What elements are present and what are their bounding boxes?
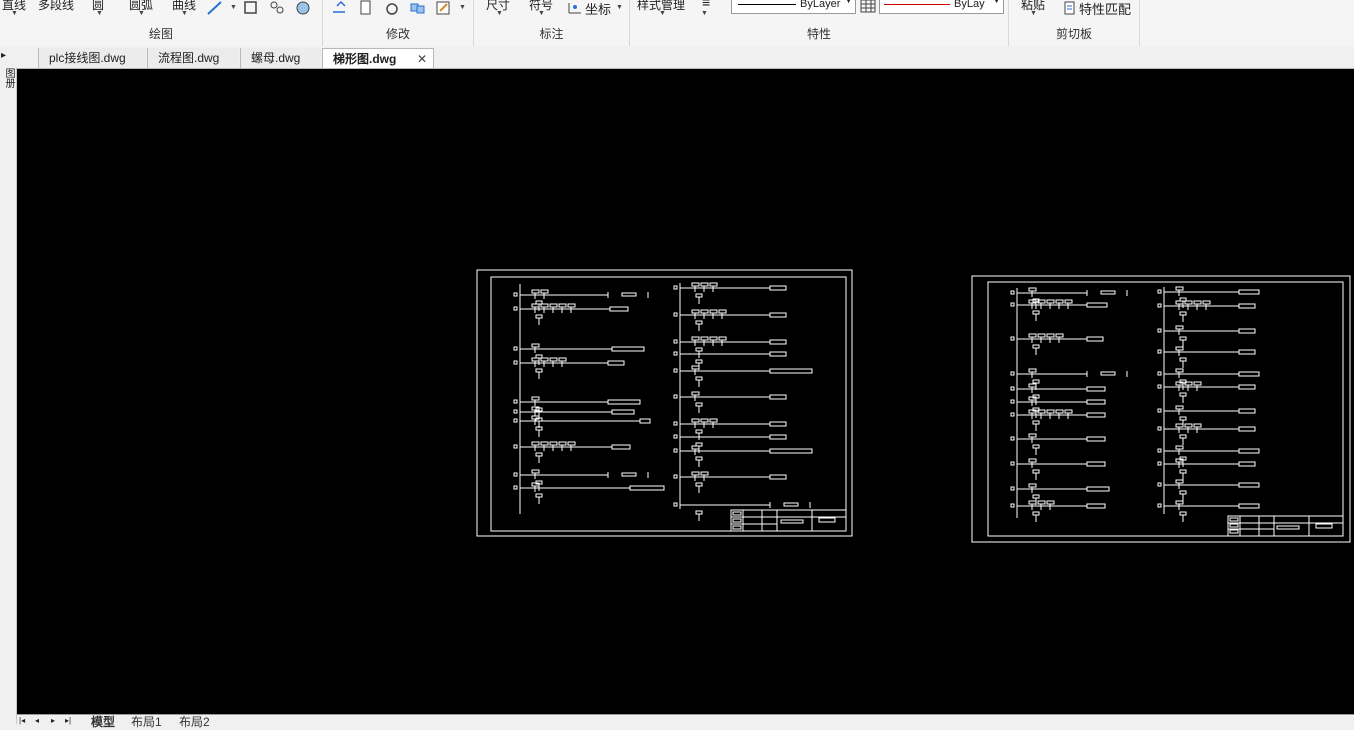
draw-group: 直线 ▼ 多段线 圆 ▼ 圆弧 ▼ 曲线 ▼ ▼ 绘图 [0,0,323,46]
chevron-down-icon: ▼ [845,0,852,5]
draw-group-label: 绘图 [148,27,173,41]
chevron-down-icon[interactable]: ▼ [538,10,545,17]
coordinate-tool[interactable]: 坐标 [585,0,611,18]
tab-label: 螺母.dwg [251,51,301,65]
tab-label: 梯形图.dwg [333,52,397,66]
ladder-diagram-2 [1010,286,1260,522]
chevron-down-icon[interactable]: ▼ [96,10,103,17]
layer-grid-icon[interactable] [859,0,877,14]
match-properties-icon[interactable] [1061,0,1079,16]
tab-layout2[interactable]: 布局2 [179,713,210,730]
lineweight-icon[interactable]: ≡ [702,0,710,10]
array-icon[interactable] [409,0,427,16]
tab-label: 流程图.dwg [158,51,220,65]
title-block-1 [730,509,847,532]
drawing-sheet-1 [476,269,853,537]
tab-model[interactable]: 模型 [91,713,115,730]
annotate-group: 尺寸 ▼ 符号 ▼ 坐标 ▼ 标注 [474,0,630,46]
drawing-canvas[interactable] [17,69,1354,714]
chevron-down-icon[interactable]: ▼ [1030,10,1037,17]
modify-group-label: 修改 [385,27,410,41]
linetype-select[interactable]: ByLayer ▼ [731,0,856,14]
tab-plc-wiring[interactable]: plc接线图.dwg [38,48,146,68]
chevron-down-icon[interactable]: ▼ [659,10,666,17]
linetype-value: ByLayer [800,0,841,10]
clipboard-group: 粘贴 ▼ 特性匹配 剪切板 [1009,0,1140,46]
cad-drawing[interactable] [17,69,1354,714]
clipboard-group-label: 剪切板 [1055,27,1092,41]
tab-nut[interactable]: 螺母.dwg [240,48,321,68]
sidebar-label[interactable]: 图册 [1,68,14,88]
polyline-tool[interactable]: 多段线 [38,0,74,13]
chevron-down-icon[interactable]: ▼ [701,10,708,17]
tab-ladder-diagram[interactable]: 梯形图.dwg ✕ [322,48,434,68]
ribbon: 直线 ▼ 多段线 圆 ▼ 圆弧 ▼ 曲线 ▼ ▼ 绘图 ▼ 修改 尺寸 ▼ 符号… [0,0,1354,47]
chevron-down-icon[interactable]: ▼ [11,10,18,17]
properties-group: 样式管理 ▼ ≡ ▼ ByLayer ▼ ByLay ▼ 特性 [630,0,1009,46]
annotate-group-label: 标注 [539,27,564,41]
chevron-down-icon[interactable]: ▼ [616,4,623,11]
draw-line-icon[interactable] [206,0,224,16]
tab-flowchart[interactable]: 流程图.dwg [147,48,239,68]
pin-icon[interactable]: ▸ [1,50,6,61]
drawing-sheet-2 [971,275,1351,543]
region-icon[interactable] [294,0,312,16]
left-panel: ▸ 图册 [0,46,17,724]
color-select[interactable]: ByLay ▼ [879,0,1004,14]
layout-tabs: |◂ ◂ ▸ ▸| 模型 布局1 布局2 [17,714,1354,729]
move-icon[interactable] [331,0,349,16]
document-tabs: plc接线图.dwg 流程图.dwg 螺母.dwg 梯形图.dwg ✕ [16,46,1354,69]
title-block-2 [1227,515,1344,537]
tab-layout1[interactable]: 布局1 [131,713,162,730]
properties-group-label: 特性 [806,27,831,41]
chevron-down-icon[interactable]: ▼ [138,10,145,17]
copy-icon[interactable] [357,0,375,16]
hatch-icon[interactable] [268,0,286,16]
rotate-icon[interactable] [383,0,401,16]
match-properties-tool[interactable]: 特性匹配 [1079,0,1131,18]
color-value: ByLay [954,0,985,10]
tab-label: plc接线图.dwg [49,51,126,65]
coordinate-icon[interactable] [566,0,584,16]
rectangle-icon[interactable] [242,0,260,16]
chevron-down-icon[interactable]: ▼ [496,10,503,17]
modify-group: ▼ 修改 [323,0,474,46]
chevron-down-icon: ▼ [993,0,1000,5]
ladder-diagram-1 [513,282,813,521]
chevron-down-icon[interactable]: ▼ [230,4,237,11]
chevron-down-icon[interactable]: ▼ [459,4,466,11]
close-icon[interactable]: ✕ [417,49,427,69]
edit-icon[interactable] [435,0,453,16]
chevron-down-icon[interactable]: ▼ [181,10,188,17]
